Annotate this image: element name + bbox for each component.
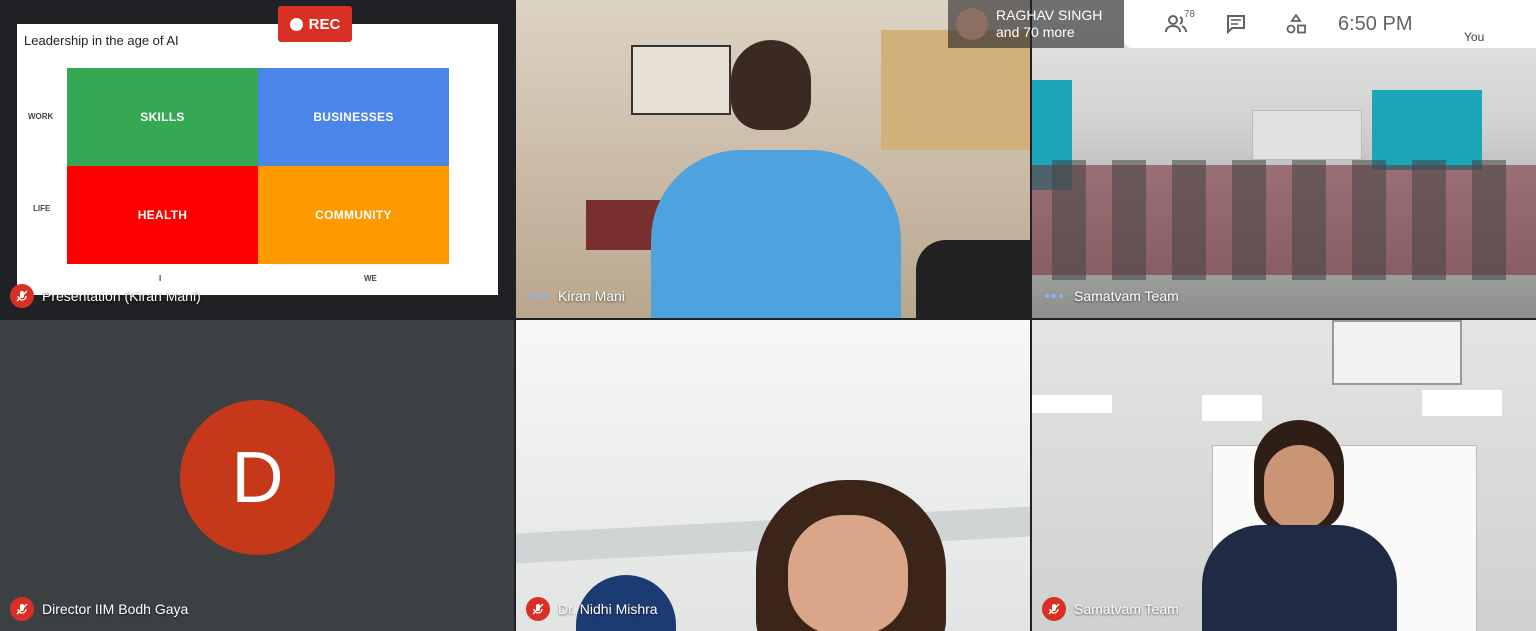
tile-name-tag: Kiran Mani — [526, 284, 625, 308]
row-label-work: WORK — [28, 112, 54, 121]
person-body — [1202, 525, 1397, 631]
you-label: You — [1464, 30, 1485, 44]
self-view[interactable]: You — [1460, 0, 1536, 48]
mic-off-icon — [526, 597, 550, 621]
cell-community: COMMUNITY — [258, 166, 449, 264]
meeting-clock: 6:50 PM — [1338, 12, 1413, 35]
wall-art — [881, 30, 1030, 150]
speaking-dots-icon — [1042, 284, 1066, 308]
ceiling-light — [1032, 395, 1112, 413]
avatar — [956, 8, 988, 40]
tile-nidhi-mishra[interactable]: Dr. Nidhi Mishra — [516, 320, 1030, 631]
presentation-slide: Leadership in the age of AI WORK LIFE SK… — [17, 24, 498, 295]
mic-off-icon — [1042, 597, 1066, 621]
tile-name-tag: Dr. Nidhi Mishra — [526, 597, 658, 621]
cell-skills: SKILLS — [67, 68, 258, 166]
meeting-grid: Leadership in the age of AI WORK LIFE SK… — [0, 0, 1536, 631]
participant-name: Samatvam Team — [1074, 288, 1179, 304]
controls-panel: 78 6:50 PM — [1124, 0, 1460, 48]
recording-indicator: REC — [278, 6, 352, 42]
chat-icon — [1227, 15, 1245, 34]
quadrant-matrix: SKILLS BUSINESSES HEALTH COMMUNITY — [67, 68, 449, 265]
audience — [1052, 160, 1522, 280]
participant-name: Dr. Nidhi Mishra — [558, 601, 658, 617]
people-count: 78 — [1183, 9, 1195, 20]
avatar: D — [180, 400, 335, 555]
presenter-more: and 70 more — [996, 24, 1075, 40]
meeting-topbar: RAGHAV SINGH and 70 more 78 6:50 PM You — [948, 0, 1536, 48]
col-label-i: I — [159, 274, 162, 283]
activities-button[interactable] — [1266, 0, 1326, 48]
participant-name: Director IIM Bodh Gaya — [42, 601, 189, 617]
air-conditioner — [1332, 320, 1462, 385]
activities-icon — [1286, 14, 1306, 34]
chair — [916, 240, 1030, 318]
person-face — [1264, 445, 1334, 530]
tile-director[interactable]: D Director IIM Bodh Gaya — [0, 320, 514, 631]
curtain — [1372, 90, 1482, 170]
participant-name: Samatvam Team — [1074, 601, 1179, 617]
people-button[interactable]: 78 — [1146, 0, 1206, 48]
tile-presentation[interactable]: Leadership in the age of AI WORK LIFE SK… — [0, 0, 514, 318]
tile-samatvam-team-speaker[interactable]: Samatvam Team — [1032, 320, 1536, 631]
wall-panel — [1252, 110, 1362, 160]
mic-off-icon — [10, 284, 34, 308]
ceiling-light — [1202, 395, 1262, 421]
participant-name: Kiran Mani — [558, 288, 625, 304]
col-label-we: WE — [364, 274, 377, 283]
slide-title: Leadership in the age of AI — [24, 33, 179, 48]
tile-name-tag: Samatvam Team — [1042, 284, 1179, 308]
record-dot-icon — [289, 17, 303, 31]
tile-name-tag: Samatvam Team — [1042, 597, 1179, 621]
tile-name-tag: Presentation (Kiran Mani) — [10, 284, 201, 308]
tile-name-tag: Director IIM Bodh Gaya — [10, 597, 188, 621]
ceiling-light — [1422, 390, 1502, 416]
presenter-name: RAGHAV SINGH — [996, 7, 1103, 23]
cell-health: HEALTH — [67, 166, 258, 264]
person-face — [788, 515, 908, 631]
active-participants[interactable]: RAGHAV SINGH and 70 more — [948, 0, 1124, 48]
rec-label: REC — [308, 15, 341, 33]
chat-button[interactable] — [1206, 0, 1266, 48]
row-label-life: LIFE — [33, 204, 51, 213]
person-body — [651, 150, 901, 318]
speaking-dots-icon — [526, 284, 550, 308]
mic-off-icon — [10, 597, 34, 621]
person-head — [731, 40, 811, 130]
participant-name: Presentation (Kiran Mani) — [42, 288, 201, 304]
cell-businesses: BUSINESSES — [258, 68, 449, 166]
wall-poster — [631, 45, 731, 115]
